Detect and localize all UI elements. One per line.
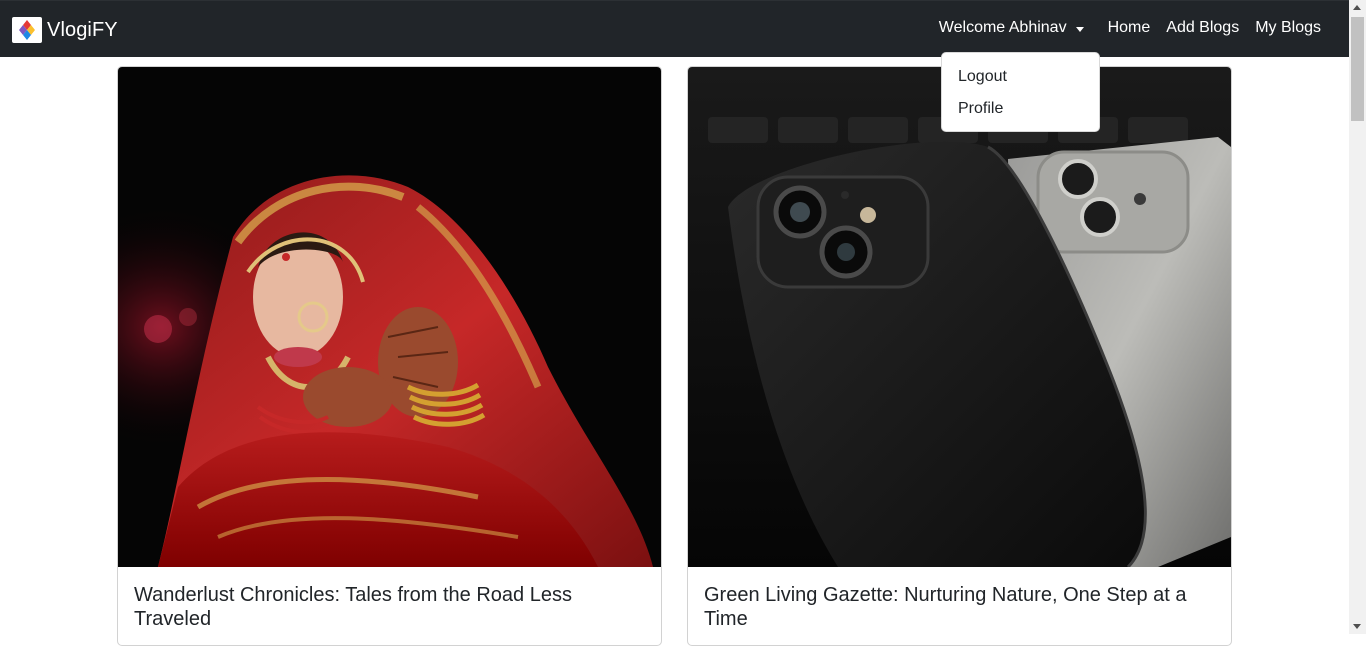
nav-links: Welcome Abhinav Home Add Blogs My Blogs [931, 19, 1329, 37]
top-navbar: VlogiFY Welcome Abhinav Home Add Blogs M… [0, 0, 1349, 57]
nav-my-blogs-link[interactable]: My Blogs [1247, 19, 1329, 37]
nav-add-blogs-link[interactable]: Add Blogs [1158, 19, 1247, 37]
card-title[interactable]: Green Living Gazette: Nurturing Nature, … [704, 583, 1214, 631]
card-title[interactable]: Wanderlust Chronicles: Tales from the Ro… [134, 583, 644, 631]
page-scrollbar[interactable] [1349, 0, 1366, 634]
smartphones-image [688, 67, 1231, 567]
brand-logo-icon [12, 17, 42, 43]
scroll-down-icon[interactable] [1353, 624, 1361, 629]
caret-down-icon [1075, 26, 1084, 32]
scroll-thumb[interactable] [1351, 17, 1364, 121]
blog-card[interactable]: Wanderlust Chronicles: Tales from the Ro… [117, 66, 662, 646]
bride-portrait-image [118, 67, 661, 567]
user-dropdown-menu: Logout Profile [941, 52, 1100, 132]
nav-home-link[interactable]: Home [1100, 19, 1159, 37]
brand-link[interactable]: VlogiFY [12, 15, 118, 45]
profile-menu-item[interactable]: Profile [942, 93, 1099, 125]
welcome-text: Welcome Abhinav [938, 19, 1067, 36]
logout-menu-item[interactable]: Logout [942, 61, 1099, 93]
scroll-up-icon[interactable] [1353, 5, 1361, 10]
brand-name: VlogiFY [47, 18, 118, 41]
welcome-dropdown-toggle[interactable]: Welcome Abhinav [931, 19, 1092, 37]
blog-card[interactable]: Green Living Gazette: Nurturing Nature, … [687, 66, 1232, 646]
